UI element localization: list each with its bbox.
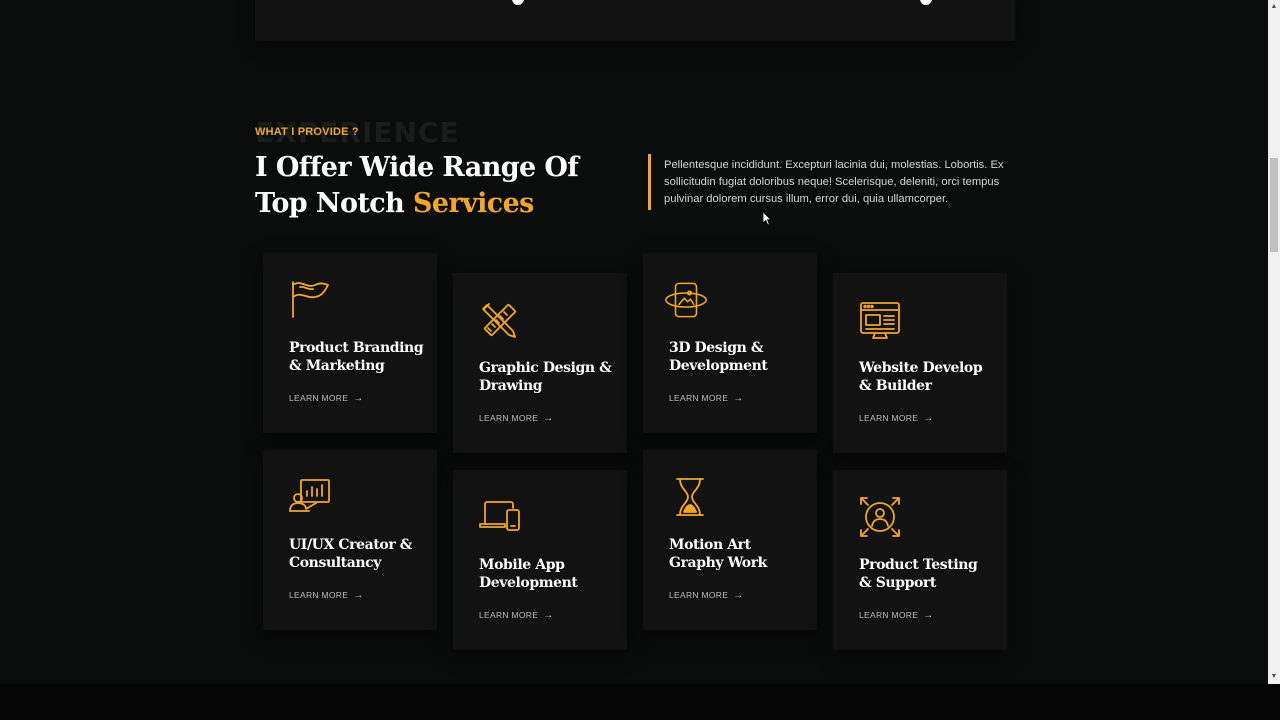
pencil-ruler-icon <box>479 299 521 341</box>
analytics-presentation-icon <box>289 476 331 518</box>
arrow-right-icon: → <box>923 413 934 424</box>
service-title: Mobile App Development <box>479 557 578 591</box>
learn-more-link[interactable]: LEARN MORE → <box>859 610 934 621</box>
page-viewport: EXPERIENCE WHAT I PROVIDE ? I Offer Wide… <box>0 0 1268 684</box>
service-card[interactable]: Motion Art Graphy Work LEARN MORE → <box>643 450 817 630</box>
learn-more-link[interactable]: LEARN MORE → <box>669 393 744 404</box>
section-subtitle: WHAT I PROVIDE ? <box>255 126 359 138</box>
learn-more-label: LEARN MORE <box>859 610 919 620</box>
learn-more-link[interactable]: LEARN MORE → <box>669 590 744 601</box>
service-title: Product Branding & Marketing <box>289 340 424 374</box>
learn-more-label: LEARN MORE <box>669 590 729 600</box>
service-title: Graphic Design & Drawing <box>479 360 612 394</box>
flag-icon <box>289 279 331 321</box>
learn-more-label: LEARN MORE <box>479 610 539 620</box>
3d-image-icon <box>665 279 707 321</box>
service-title: UI/UX Creator & Consultancy <box>289 537 413 571</box>
mouse-cursor-icon <box>762 211 772 226</box>
arrow-right-icon: → <box>543 413 554 424</box>
scroll-down-arrow-icon[interactable]: ▼ <box>1268 670 1280 684</box>
service-title: Website Develop & Builder <box>859 360 983 394</box>
service-card[interactable]: Product Testing & Support LEARN MORE → <box>833 470 1007 650</box>
service-title: Motion Art Graphy Work <box>669 537 767 571</box>
learn-more-label: LEARN MORE <box>859 413 919 423</box>
learn-more-link[interactable]: LEARN MORE → <box>289 590 364 601</box>
arrow-right-icon: → <box>733 393 744 404</box>
laptop-mobile-icon <box>479 496 521 538</box>
learn-more-link[interactable]: LEARN MORE → <box>479 610 554 621</box>
arrow-right-icon: → <box>353 393 364 404</box>
arrow-right-icon: → <box>543 610 554 621</box>
user-target-icon <box>859 496 901 538</box>
section-title: I Offer Wide Range Of Top Notch Services <box>255 150 635 222</box>
quote-accent-bar <box>648 154 651 210</box>
learn-more-link[interactable]: LEARN MORE → <box>479 413 554 424</box>
vertical-scrollbar[interactable]: ▲ ▼ <box>1268 0 1280 684</box>
service-card[interactable]: Website Develop & Builder LEARN MORE → <box>833 273 1007 453</box>
service-card[interactable]: Mobile App Development LEARN MORE → <box>453 470 627 650</box>
service-card[interactable]: Graphic Design & Drawing LEARN MORE → <box>453 273 627 453</box>
web-browser-icon <box>859 299 901 341</box>
learn-more-label: LEARN MORE <box>479 413 539 423</box>
service-title: Product Testing & Support <box>859 557 978 591</box>
top-card <box>255 0 1015 41</box>
arrow-right-icon: → <box>733 590 744 601</box>
learn-more-label: LEARN MORE <box>289 393 349 403</box>
learn-more-label: LEARN MORE <box>289 590 349 600</box>
arrow-right-icon: → <box>923 610 934 621</box>
service-title: 3D Design & Development <box>669 340 768 374</box>
learn-more-link[interactable]: LEARN MORE → <box>859 413 934 424</box>
section-title-accent: Services <box>412 188 534 219</box>
scrollbar-thumb[interactable] <box>1270 158 1278 252</box>
learn-more-label: LEARN MORE <box>669 393 729 403</box>
progress-knob[interactable] <box>919 0 932 5</box>
section-description: Pellentesque incididunt. Excepturi lacin… <box>664 159 1004 205</box>
progress-knob[interactable] <box>511 0 524 5</box>
bottom-bar <box>0 684 1280 720</box>
service-card[interactable]: 3D Design & Development LEARN MORE → <box>643 253 817 433</box>
service-card[interactable]: Product Branding & Marketing LEARN MORE → <box>263 253 437 433</box>
learn-more-link[interactable]: LEARN MORE → <box>289 393 364 404</box>
hourglass-icon <box>669 476 711 518</box>
scroll-up-arrow-icon[interactable]: ▲ <box>1268 0 1280 14</box>
service-card[interactable]: UI/UX Creator & Consultancy LEARN MORE → <box>263 450 437 630</box>
arrow-right-icon: → <box>353 590 364 601</box>
